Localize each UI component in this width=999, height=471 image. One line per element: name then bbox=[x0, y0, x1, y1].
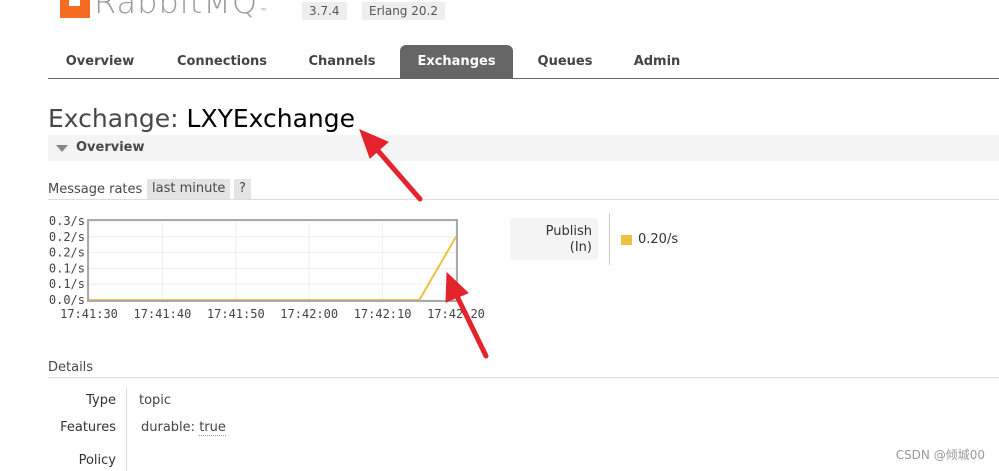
chart-y-tick-label: 0.1/s bbox=[49, 261, 85, 275]
type-label: Type bbox=[86, 393, 116, 408]
logo-text: RabbitMQ bbox=[94, 0, 258, 21]
help-button[interactable]: ? bbox=[234, 179, 251, 199]
exchange-name: LXYExchange bbox=[186, 104, 356, 133]
rabbitmq-logo[interactable]: RabbitMQ ™ bbox=[60, 0, 268, 18]
main-nav-tabs: Overview Connections Channels Exchanges … bbox=[48, 45, 999, 79]
chart-x-tick-label: 17:41:50 bbox=[207, 307, 265, 321]
publish-rate-value: 0.20/s bbox=[638, 232, 679, 247]
message-rates-label: Message rates bbox=[48, 182, 143, 197]
tab-exchanges[interactable]: Exchanges bbox=[400, 45, 513, 78]
chart-y-tick-label: 0.1/s bbox=[49, 277, 85, 291]
rabbitmq-logo-icon bbox=[60, 0, 90, 18]
version-badge: 3.7.4 bbox=[302, 2, 347, 20]
overview-section-label: Overview bbox=[76, 140, 145, 155]
chart-y-tick-label: 0.2/s bbox=[49, 246, 85, 260]
page-title: Exchange: LXYExchange bbox=[48, 102, 355, 136]
message-rates-chart: 0.0/s0.1/s0.1/s0.2/s0.2/s0.3/s 17:41:30 1… bbox=[49, 214, 485, 321]
overview-section-toggle[interactable]: Overview bbox=[48, 135, 999, 161]
chart-y-tick-label: 0.3/s bbox=[49, 214, 85, 228]
chart-x-tick-label: 17:41:30 bbox=[60, 307, 118, 321]
chart-x-tick-label: 17:42:00 bbox=[280, 307, 338, 321]
legend-label-line1: Publish bbox=[545, 224, 592, 239]
chart-frame bbox=[87, 219, 458, 302]
legend-label-line2: (In) bbox=[569, 240, 592, 255]
tab-admin[interactable]: Admin bbox=[617, 45, 697, 78]
divider bbox=[48, 199, 999, 200]
details-section-label: Details bbox=[48, 360, 94, 375]
features-label: Features bbox=[60, 420, 116, 435]
features-value: durable: true bbox=[141, 420, 226, 436]
divider bbox=[48, 377, 999, 378]
chart-x-tick-label: 17:42:10 bbox=[354, 307, 412, 321]
legend-separator bbox=[609, 213, 610, 265]
page-title-prefix: Exchange: bbox=[48, 104, 179, 133]
chart-x-ticks: 17:41:30 17:41:40 17:41:50 17:42:00 17:42:10… bbox=[60, 307, 485, 321]
legend-publish-in: Publish (In) bbox=[510, 218, 598, 260]
rate-range-button[interactable]: last minute bbox=[147, 179, 231, 199]
type-value: topic bbox=[139, 393, 172, 408]
chart-grid bbox=[88, 220, 457, 301]
tab-queues[interactable]: Queues bbox=[521, 45, 609, 78]
tab-connections[interactable]: Connections bbox=[160, 45, 284, 78]
details-column-divider bbox=[126, 388, 127, 471]
watermark: CSDN @倾城00 bbox=[895, 448, 985, 462]
policy-label: Policy bbox=[78, 453, 116, 468]
erlang-badge: Erlang 20.2 bbox=[362, 2, 445, 20]
chart-y-tick-label: 0.2/s bbox=[49, 230, 85, 244]
logo-trademark: ™ bbox=[260, 7, 268, 16]
chart-x-tick-label: 17:42:20 bbox=[427, 307, 485, 321]
collapse-triangle-icon bbox=[56, 145, 68, 152]
legend-label: Publish (In) bbox=[546, 224, 592, 256]
features-key: durable: bbox=[141, 420, 196, 435]
chart-y-tick-label: 0.0/s bbox=[49, 293, 85, 307]
chart-y-ticks: 0.0/s0.1/s0.1/s0.2/s0.2/s0.3/s bbox=[49, 214, 85, 307]
tab-overview[interactable]: Overview bbox=[48, 45, 152, 78]
legend-color-swatch bbox=[621, 235, 632, 245]
tab-channels[interactable]: Channels bbox=[292, 45, 392, 78]
chart-x-tick-label: 17:41:40 bbox=[134, 307, 192, 321]
durable-value: true bbox=[199, 420, 226, 436]
